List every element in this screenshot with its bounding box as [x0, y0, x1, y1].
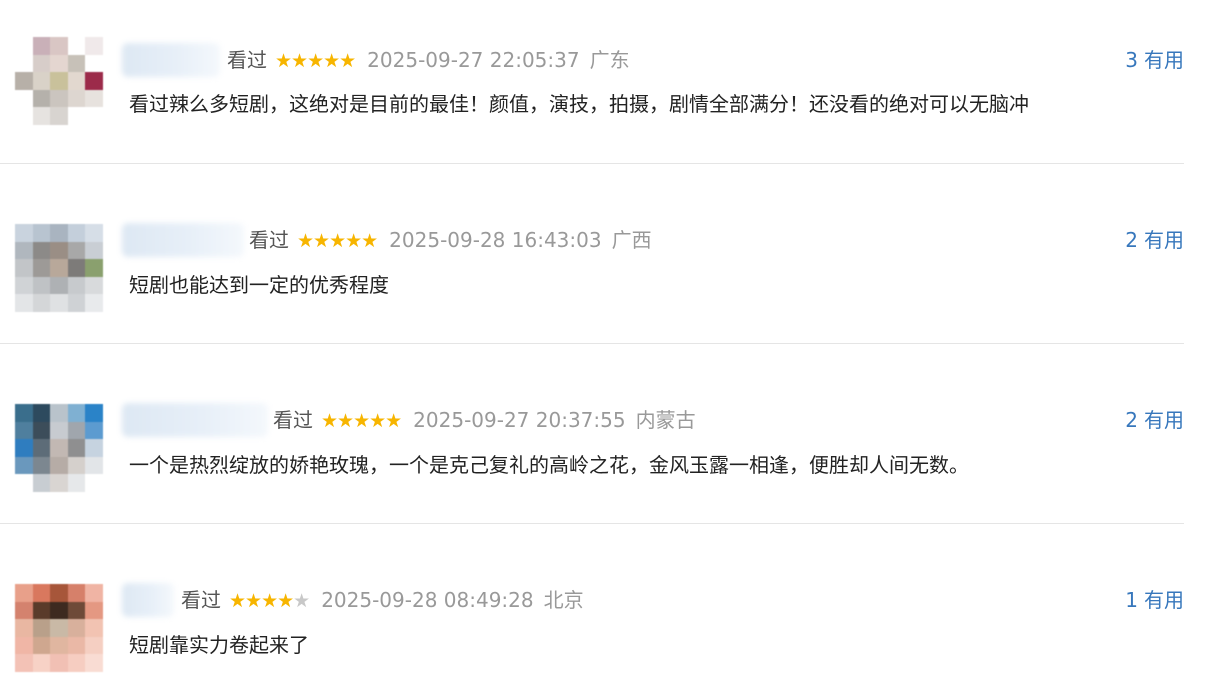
review-meta: 看过 ★★★★★ 2025-09-27 20:37:55 内蒙古	[273, 408, 696, 433]
review-timestamp: 2025-09-27 22:05:37	[367, 48, 580, 72]
useful-count: 1	[1125, 588, 1138, 612]
avatar[interactable]	[15, 584, 103, 672]
username-blurred[interactable]	[122, 403, 268, 437]
rating-stars: ★★★★★	[321, 410, 402, 432]
avatar[interactable]	[15, 224, 103, 312]
review-location: 广东	[589, 48, 630, 72]
review-timestamp: 2025-09-28 16:43:03	[389, 228, 602, 252]
useful-count: 2	[1125, 228, 1138, 252]
review-timestamp: 2025-09-28 08:49:28	[321, 588, 534, 612]
star-empty-icon: ★	[293, 590, 310, 612]
username-blurred[interactable]	[122, 583, 174, 617]
useful-label: 有用	[1144, 228, 1184, 252]
rating-stars: ★★★★★	[275, 50, 356, 72]
avatar[interactable]	[15, 404, 103, 492]
username-blurred[interactable]	[122, 43, 220, 77]
star-filled-icon: ★★★★★	[321, 410, 402, 432]
review-meta: 看过 ★★★★★ 2025-09-28 16:43:03 广西	[249, 228, 652, 253]
review-location: 内蒙古	[635, 408, 696, 432]
rating-stars: ★★★★★	[229, 590, 310, 612]
watch-status: 看过	[273, 408, 313, 432]
rating-stars: ★★★★★	[297, 230, 378, 252]
useful-vote-button[interactable]: 2 有用	[1125, 408, 1184, 432]
useful-vote-button[interactable]: 3 有用	[1125, 48, 1184, 72]
useful-label: 有用	[1144, 588, 1184, 612]
review-meta: 看过 ★★★★★ 2025-09-27 22:05:37 广东	[227, 48, 630, 73]
review-content: 短剧也能达到一定的优秀程度	[129, 273, 389, 297]
watch-status: 看过	[249, 228, 289, 252]
review-divider	[0, 163, 1184, 164]
review-divider	[0, 523, 1184, 524]
watch-status: 看过	[227, 48, 267, 72]
review-location: 广西	[611, 228, 652, 252]
useful-label: 有用	[1144, 48, 1184, 72]
useful-vote-button[interactable]: 2 有用	[1125, 228, 1184, 252]
useful-count: 3	[1125, 48, 1138, 72]
username-blurred[interactable]	[122, 223, 244, 257]
star-filled-icon: ★★★★	[229, 590, 294, 612]
star-filled-icon: ★★★★★	[297, 230, 378, 252]
useful-label: 有用	[1144, 408, 1184, 432]
review-location: 北京	[543, 588, 584, 612]
watch-status: 看过	[181, 588, 221, 612]
avatar[interactable]	[15, 37, 103, 125]
review-content: 看过辣么多短剧，这绝对是目前的最佳！颜值，演技，拍摄，剧情全部满分！还没看的绝对…	[129, 92, 1029, 116]
review-timestamp: 2025-09-27 20:37:55	[413, 408, 626, 432]
star-filled-icon: ★★★★★	[275, 50, 356, 72]
review-divider	[0, 343, 1184, 344]
review-content: 短剧靠实力卷起来了	[129, 633, 309, 657]
useful-vote-button[interactable]: 1 有用	[1125, 588, 1184, 612]
review-content: 一个是热烈绽放的娇艳玫瑰，一个是克己复礼的高岭之花，金风玉露一相逢，便胜却人间无…	[129, 453, 969, 477]
review-meta: 看过 ★★★★★ 2025-09-28 08:49:28 北京	[181, 588, 584, 613]
useful-count: 2	[1125, 408, 1138, 432]
